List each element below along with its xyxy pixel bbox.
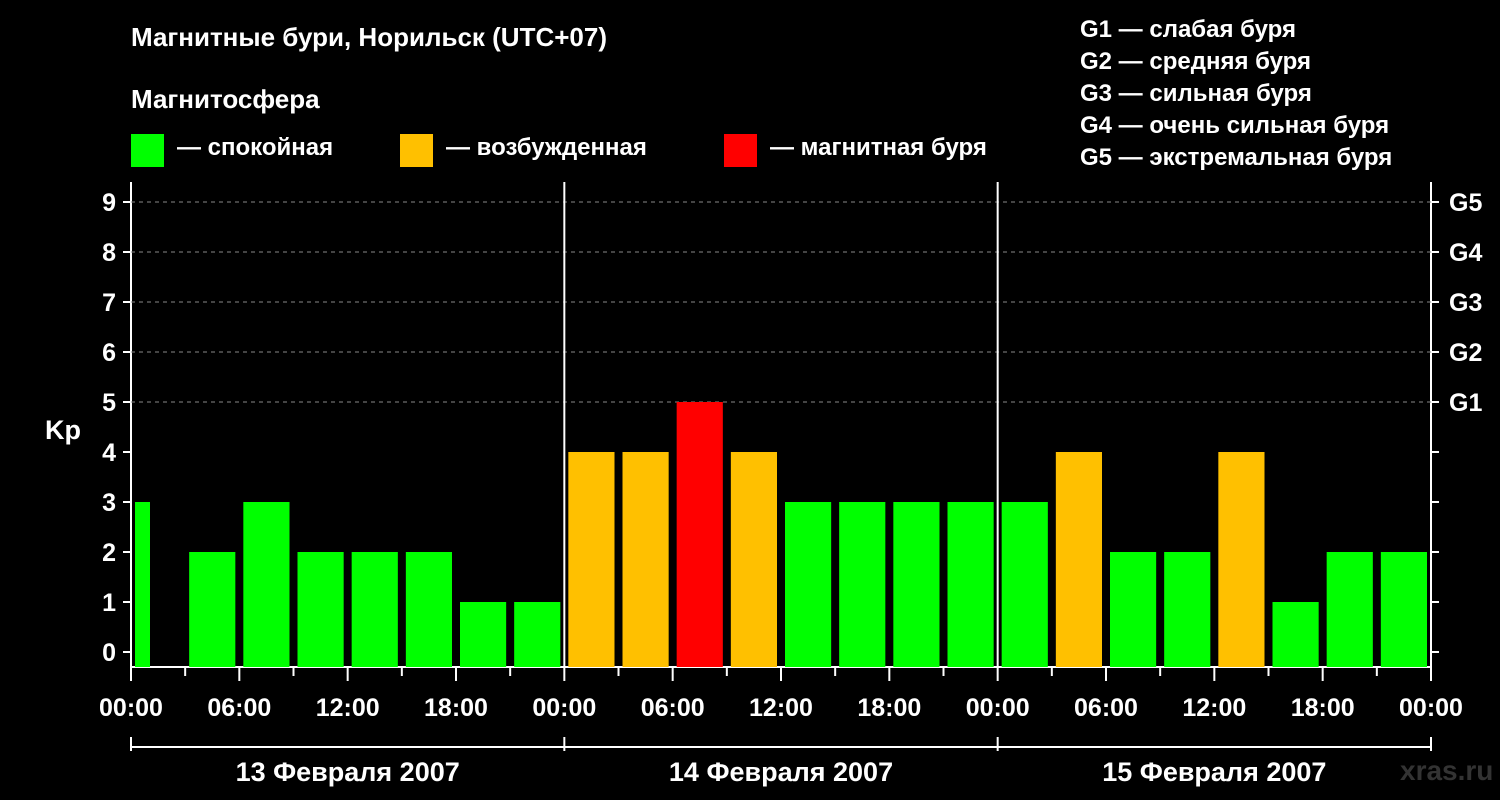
bar bbox=[1326, 552, 1373, 667]
x-tick-label: 00:00 bbox=[99, 694, 163, 722]
bar bbox=[1218, 452, 1265, 667]
y-tick-label: 3 bbox=[102, 489, 116, 517]
y-tick-label: 5 bbox=[102, 389, 116, 417]
y-tick-label: 7 bbox=[102, 289, 116, 317]
day-label: 14 Февраля 2007 bbox=[669, 757, 893, 787]
x-tick-label: 18:00 bbox=[424, 694, 488, 722]
bar bbox=[1110, 552, 1157, 667]
y-tick-label: 0 bbox=[102, 639, 116, 667]
x-tick-label: 06:00 bbox=[207, 694, 271, 722]
y-axis-label: Kp bbox=[45, 415, 81, 445]
y-tick-label: 4 bbox=[102, 439, 116, 467]
x-tick-label: 18:00 bbox=[1291, 694, 1355, 722]
x-tick-label: 00:00 bbox=[532, 694, 596, 722]
bar bbox=[1055, 452, 1102, 667]
x-tick-label: 00:00 bbox=[966, 694, 1030, 722]
x-tick-label: 06:00 bbox=[641, 694, 705, 722]
watermark: xras.ru bbox=[1400, 755, 1494, 786]
y-tick-label: 6 bbox=[102, 339, 116, 367]
bar bbox=[297, 552, 344, 667]
bar bbox=[351, 552, 398, 667]
y-tick-label: 8 bbox=[102, 239, 116, 267]
bar bbox=[135, 502, 150, 667]
storm-level-label: G1 bbox=[1449, 389, 1482, 417]
bar bbox=[243, 502, 290, 667]
bar bbox=[947, 502, 994, 667]
x-tick-label: 12:00 bbox=[749, 694, 813, 722]
x-tick-label: 00:00 bbox=[1399, 694, 1463, 722]
y-tick-label: 1 bbox=[102, 589, 116, 617]
storm-level-label: G4 bbox=[1449, 239, 1482, 267]
y-tick-label: 2 bbox=[102, 539, 116, 567]
storm-level-label: G2 bbox=[1449, 339, 1482, 367]
bar bbox=[839, 502, 886, 667]
bar bbox=[622, 452, 669, 667]
bar bbox=[568, 452, 615, 667]
storm-level-label: G5 bbox=[1449, 189, 1482, 217]
x-tick-label: 12:00 bbox=[1182, 694, 1246, 722]
bar bbox=[785, 502, 832, 667]
bar bbox=[730, 452, 777, 667]
bar bbox=[676, 402, 723, 667]
x-tick-label: 18:00 bbox=[857, 694, 921, 722]
bar bbox=[460, 602, 507, 667]
bar bbox=[893, 502, 940, 667]
day-label: 15 Февраля 2007 bbox=[1102, 757, 1326, 787]
bar bbox=[1380, 552, 1427, 667]
bar bbox=[1001, 502, 1048, 667]
bar bbox=[514, 602, 561, 667]
kp-chart: 0 1 2 3 4 5 6 7 8 9 G1 G2 G3 G4 G5 Kp 00:00 06:00 12:00 18:… bbox=[45, 182, 1482, 787]
y-tick-label: 9 bbox=[102, 189, 116, 217]
bar bbox=[405, 552, 452, 667]
x-tick-label: 12:00 bbox=[316, 694, 380, 722]
bar bbox=[1164, 552, 1211, 667]
storm-level-label: G3 bbox=[1449, 289, 1482, 317]
day-label: 13 Февраля 2007 bbox=[236, 757, 460, 787]
bar bbox=[189, 552, 236, 667]
bar bbox=[1272, 602, 1319, 667]
x-tick-label: 06:00 bbox=[1074, 694, 1138, 722]
